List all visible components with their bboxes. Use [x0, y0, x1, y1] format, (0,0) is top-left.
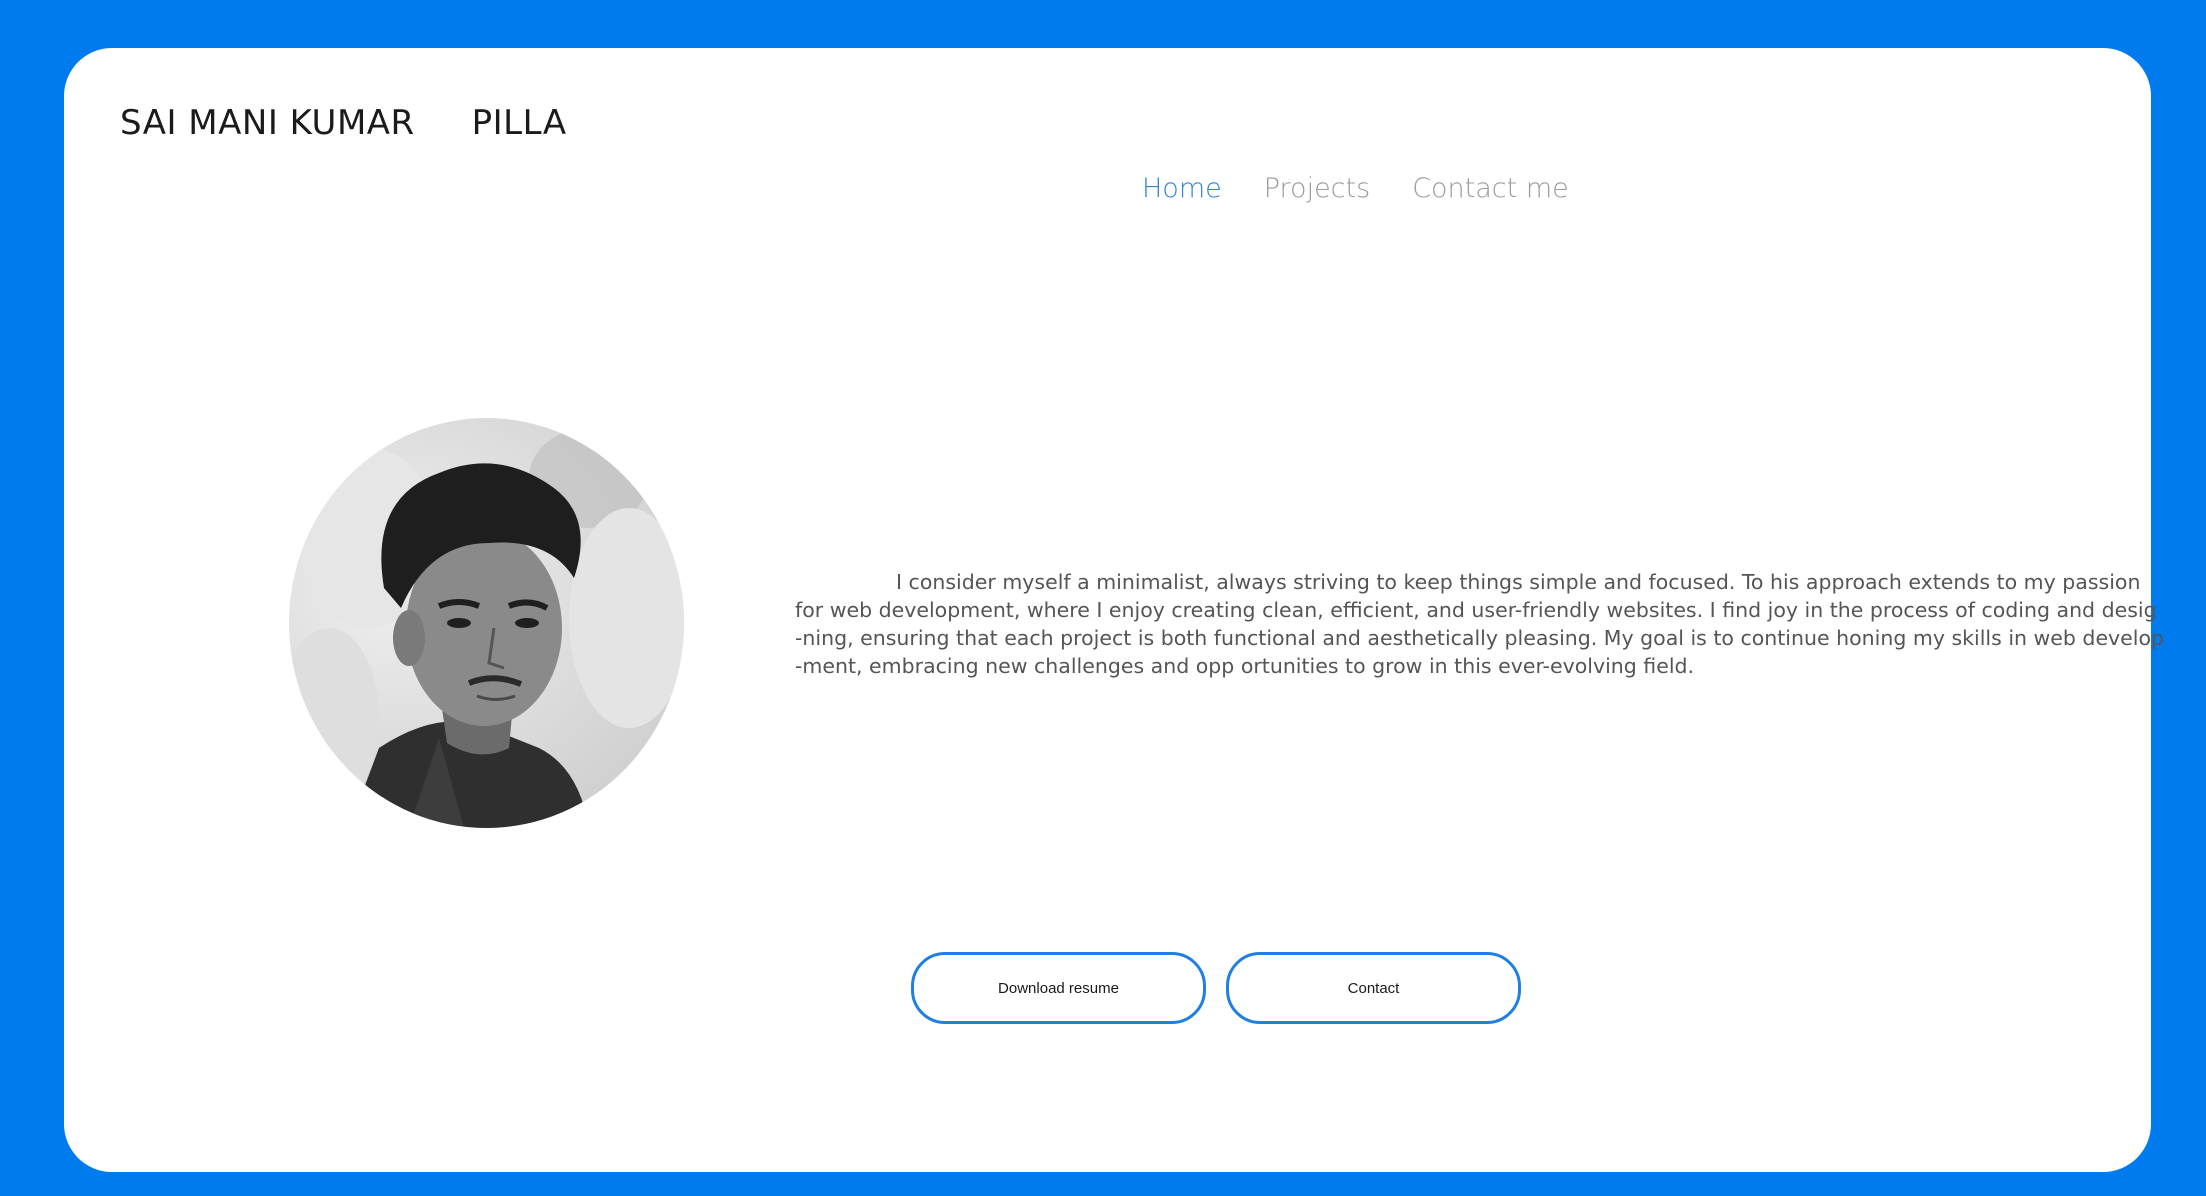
contact-button[interactable]: Contact [1226, 952, 1521, 1024]
last-name: PILLA [471, 103, 567, 143]
bio-line: for web development, where I enjoy creat… [795, 598, 2157, 622]
bio-text: I consider myself a minimalist, always s… [795, 568, 2165, 680]
nav-home-link[interactable]: Home [1142, 173, 1222, 204]
profile-photo [289, 418, 684, 828]
main-nav: Home Projects Contact me [1142, 173, 1569, 204]
bio-line: -ning, ensuring that each project is bot… [795, 626, 2165, 650]
nav-projects-link[interactable]: Projects [1264, 173, 1370, 204]
bio-line: -ment, embracing new challenges and opp … [795, 654, 1695, 678]
site-title: SAI MANI KUMAR PILLA [120, 103, 567, 143]
bio-line: I consider myself a minimalist, always s… [896, 570, 2141, 594]
profile-photo-graphic [289, 428, 684, 828]
nav-contact-link[interactable]: Contact me [1412, 173, 1569, 204]
first-name: SAI MANI KUMAR [120, 103, 415, 143]
download-resume-button[interactable]: Download resume [911, 952, 1206, 1024]
